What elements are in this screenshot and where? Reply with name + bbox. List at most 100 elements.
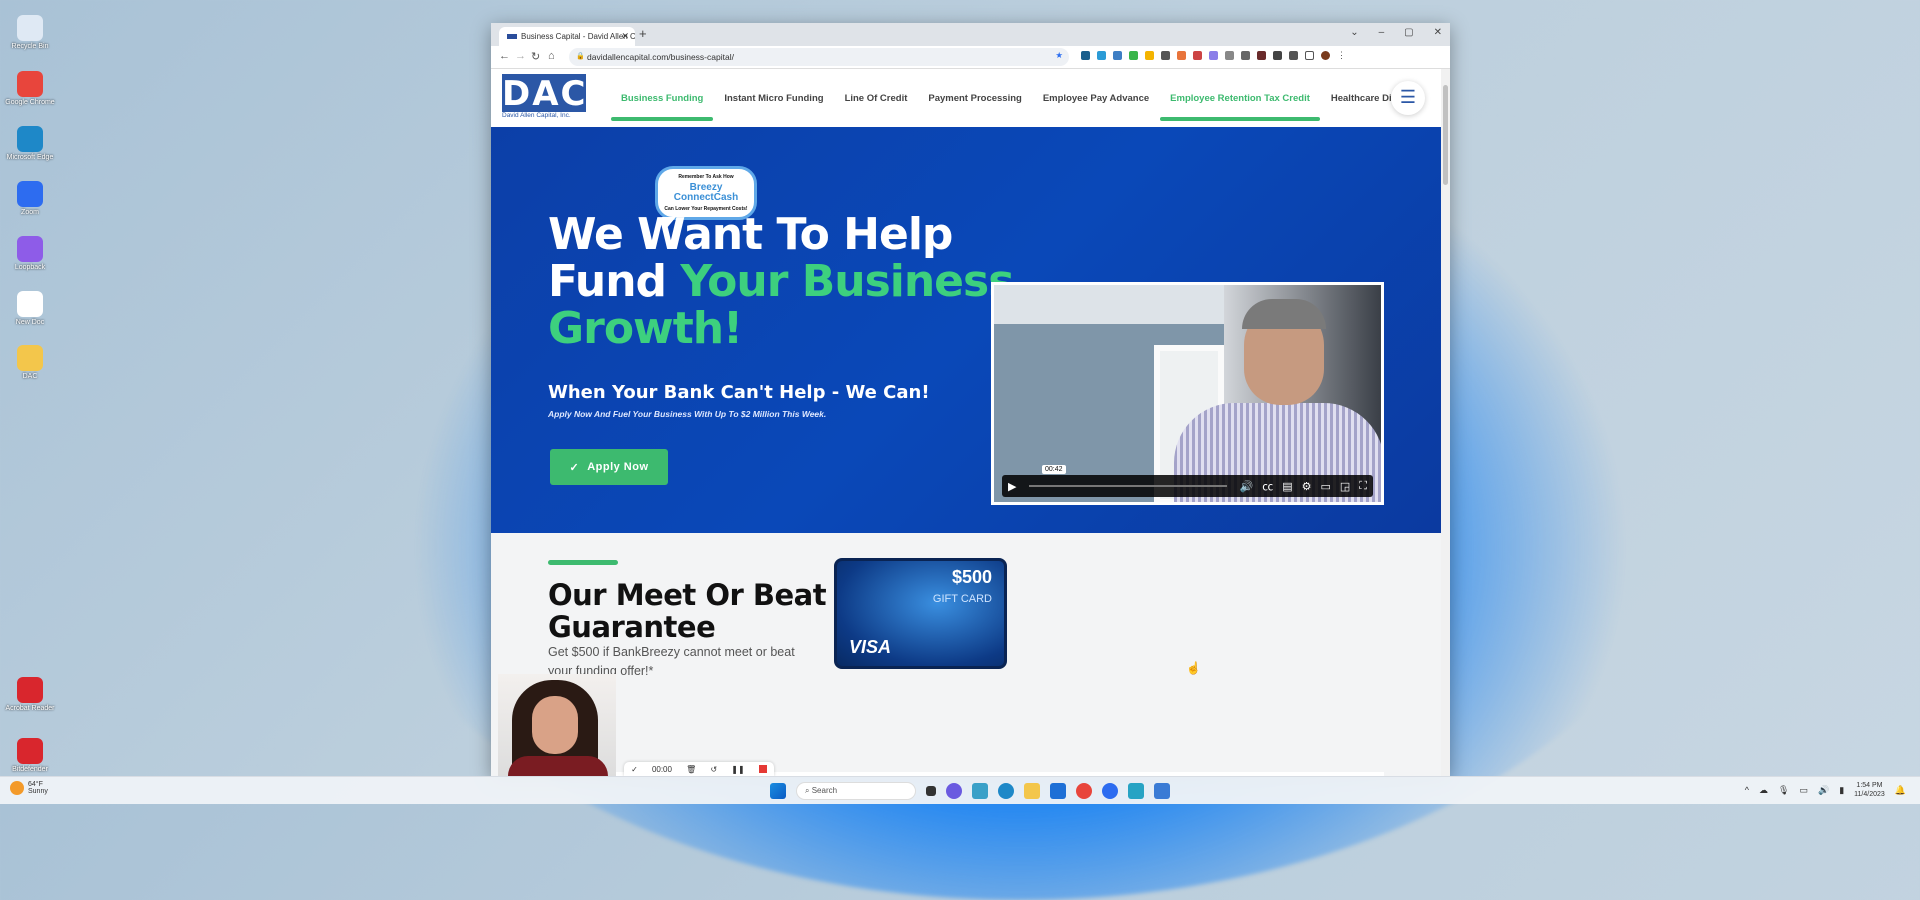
maximize-button[interactable]: ▢ xyxy=(1404,27,1413,38)
desktop-icon[interactable]: Acrobat Reader xyxy=(4,677,56,713)
mail-icon[interactable] xyxy=(1050,783,1066,799)
taskbar-search[interactable]: ⌕ Search xyxy=(796,782,916,800)
menu-kebab-icon[interactable]: ⋮ xyxy=(1337,51,1346,60)
extension-icon[interactable] xyxy=(1097,51,1106,60)
clock[interactable]: 1:54 PM 11/4/2023 xyxy=(1854,781,1885,799)
captions-icon[interactable]: ㏄ xyxy=(1262,478,1273,494)
extensions-bar: ⋮ xyxy=(1081,51,1346,60)
chevron-up-icon[interactable]: ^ xyxy=(1745,785,1749,795)
video-player[interactable]: 00:42 ▶ 🔊 ㏄ ▤ ⚙ ▭ ◲ ⛶ xyxy=(991,282,1384,505)
reload-icon[interactable]: ↻ xyxy=(531,50,540,63)
tab-search-button[interactable]: ⌄ xyxy=(1350,27,1358,38)
nav-item[interactable]: Employee Pay Advance xyxy=(1043,93,1149,104)
cast-icon[interactable]: ▭ xyxy=(1320,480,1330,493)
tab-strip: Business Capital - David Allen C ✕ + ⌄ –… xyxy=(491,23,1450,46)
desktop-icon[interactable]: Bitdefender xyxy=(4,738,56,774)
nav-item[interactable]: Line Of Credit xyxy=(845,93,908,104)
webcam-overlay[interactable] xyxy=(498,674,616,776)
file-explorer-icon[interactable] xyxy=(1024,783,1040,799)
volume-icon[interactable]: 🔊 xyxy=(1818,785,1829,796)
weather-widget[interactable]: 64°F Sunny xyxy=(10,781,48,795)
profile-avatar[interactable] xyxy=(1321,51,1330,60)
dac-logo[interactable]: DAC David Allen Capital, Inc. xyxy=(502,74,586,119)
play-icon[interactable]: ▶ xyxy=(1008,480,1016,493)
browser-tab[interactable]: Business Capital - David Allen C ✕ xyxy=(499,27,635,46)
search-extension-icon[interactable] xyxy=(1273,51,1282,60)
battery-icon[interactable]: ▮ xyxy=(1839,785,1844,796)
favicon-icon xyxy=(507,34,517,39)
lock-icon: 🔒 xyxy=(576,53,585,60)
app-icon[interactable] xyxy=(972,783,988,799)
network-icon[interactable]: ▭ xyxy=(1799,785,1808,796)
desktop-icon[interactable]: Microsoft Edge xyxy=(4,126,56,162)
stop-icon[interactable] xyxy=(758,765,767,773)
app-icon xyxy=(17,181,43,207)
zoom-icon[interactable] xyxy=(1102,783,1118,799)
extension-icon[interactable] xyxy=(1129,51,1138,60)
minimize-button[interactable]: – xyxy=(1379,27,1385,38)
bookmark-star-icon[interactable]: ★ xyxy=(1055,50,1063,61)
app-icon xyxy=(17,291,43,317)
desktop-icon-label: Zoom xyxy=(21,209,39,216)
extension-icon[interactable] xyxy=(1081,51,1090,60)
nav-item[interactable]: Instant Micro Funding xyxy=(724,93,823,104)
nav-item[interactable]: Business Funding xyxy=(610,93,714,121)
settings-gear-icon[interactable]: ⚙ xyxy=(1302,480,1312,493)
nav-item[interactable]: Payment Processing xyxy=(928,93,1021,104)
desktop-icon[interactable]: Google Chrome xyxy=(4,71,56,107)
chrome-icon[interactable] xyxy=(1076,783,1092,799)
chat-icon[interactable] xyxy=(946,783,962,799)
puzzle-extensions-icon[interactable] xyxy=(1289,51,1298,60)
picture-in-picture-icon[interactable]: ◲ xyxy=(1340,480,1350,493)
recording-toolbar: ✓ 00:00 🗑 ↺ ❚❚ xyxy=(624,762,774,776)
app-icon[interactable] xyxy=(1128,783,1144,799)
tab-title: Business Capital - David Allen C xyxy=(521,32,635,41)
hero-subheadline: When Your Bank Can't Help - We Can! xyxy=(548,382,930,403)
extension-icon[interactable] xyxy=(1241,51,1250,60)
start-button[interactable] xyxy=(770,783,786,799)
extension-icon[interactable] xyxy=(1145,51,1154,60)
desktop-icon-label: Acrobat Reader xyxy=(5,705,55,712)
address-bar[interactable]: 🔒 davidallencapital.com/business-capital… xyxy=(569,48,1069,66)
pause-icon[interactable]: ❚❚ xyxy=(731,765,744,774)
extension-icon[interactable] xyxy=(1161,51,1170,60)
desktop-icon[interactable]: Loopback xyxy=(4,236,56,272)
extension-icon[interactable] xyxy=(1177,51,1186,60)
extension-icon[interactable] xyxy=(1113,51,1122,60)
home-icon[interactable]: ⌂ xyxy=(548,50,555,62)
notification-bell-icon[interactable]: 🔔 xyxy=(1895,785,1906,796)
extension-icon[interactable] xyxy=(1209,51,1218,60)
close-tab-icon[interactable]: ✕ xyxy=(621,31,629,42)
back-icon[interactable]: ← xyxy=(499,50,510,62)
desktop-icon[interactable]: Zoom xyxy=(4,181,56,217)
extension-icon[interactable] xyxy=(1193,51,1202,60)
app-icon[interactable] xyxy=(1154,783,1170,799)
app-icon xyxy=(17,345,43,371)
new-tab-button[interactable]: + xyxy=(639,26,647,41)
onedrive-icon[interactable]: ☁ xyxy=(1759,785,1768,796)
video-progress-bar[interactable] xyxy=(1029,485,1227,487)
restart-icon[interactable]: ↺ xyxy=(710,765,717,774)
side-panel-icon[interactable] xyxy=(1305,51,1314,60)
extension-icon[interactable] xyxy=(1225,51,1234,60)
task-view-icon[interactable] xyxy=(926,786,936,796)
page-scrollbar[interactable] xyxy=(1441,69,1450,777)
nav-item[interactable]: Employee Retention Tax Credit xyxy=(1160,93,1320,121)
microphone-icon[interactable]: 🎙 xyxy=(1778,785,1789,796)
apply-now-button[interactable]: ✓ Apply Now xyxy=(550,449,668,485)
fullscreen-icon[interactable]: ⛶ xyxy=(1359,480,1367,493)
app-icon xyxy=(17,738,43,764)
app-icon xyxy=(17,126,43,152)
desktop-icon[interactable]: DAC xyxy=(4,345,56,381)
check-icon[interactable]: ✓ xyxy=(631,765,638,774)
trash-icon[interactable]: 🗑 xyxy=(686,765,696,774)
transcript-icon[interactable]: ▤ xyxy=(1282,480,1292,493)
edge-icon[interactable] xyxy=(998,783,1014,799)
volume-icon[interactable]: 🔊 xyxy=(1240,480,1254,493)
forward-icon[interactable]: → xyxy=(515,50,526,62)
desktop-icon[interactable]: Recycle Bin xyxy=(4,15,56,51)
hamburger-menu-button[interactable]: ☰ xyxy=(1391,81,1425,115)
extension-icon[interactable] xyxy=(1257,51,1266,60)
desktop-icon[interactable]: New Doc xyxy=(4,291,56,327)
close-window-button[interactable]: ✕ xyxy=(1434,27,1442,38)
